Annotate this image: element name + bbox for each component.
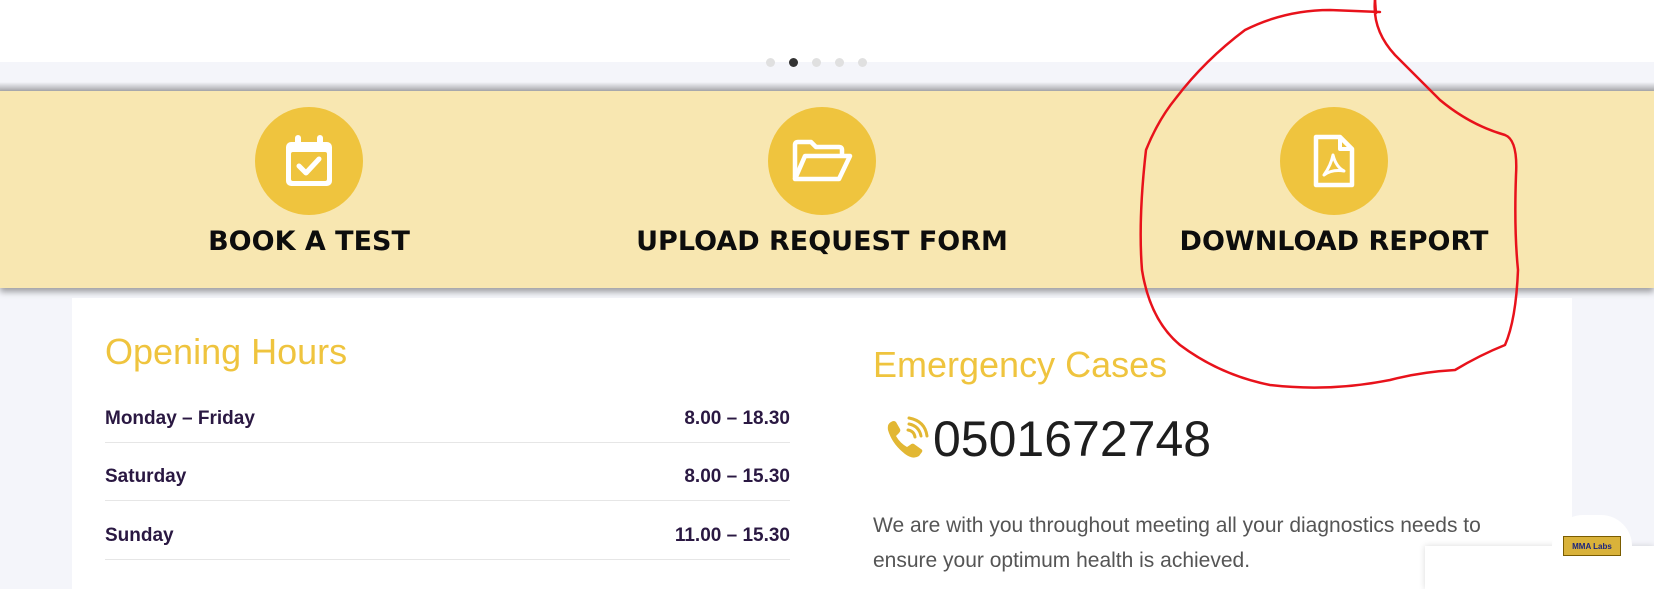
opening-hours-title: Opening Hours [105,331,348,372]
hours-row: Saturday 8.00 – 15.30 [105,466,790,501]
hours-row: Sunday 11.00 – 15.30 [105,525,790,560]
book-test-action[interactable]: BOOK A TEST [99,91,519,288]
carousel-dot[interactable] [858,58,867,67]
download-report-label[interactable]: DOWNLOAD REPORT [1124,226,1544,257]
mma-labs-logo: MMA Labs [1563,536,1621,556]
hours-time: 8.00 – 15.30 [684,466,790,487]
book-test-label[interactable]: BOOK A TEST [99,226,519,257]
logo-text: MMA Labs [1572,541,1612,551]
download-report-icon-circle[interactable] [1280,107,1388,215]
hours-day: Monday – Friday [105,408,255,429]
carousel-dot-active[interactable] [789,58,798,67]
hours-row: Monday – Friday 8.00 – 18.30 [105,408,790,443]
book-test-icon-circle[interactable] [255,107,363,215]
hours-time: 8.00 – 18.30 [684,408,790,429]
hero-slider-area [0,0,1654,62]
carousel-dots [766,58,867,67]
download-report-action[interactable]: DOWNLOAD REPORT [1124,91,1544,288]
carousel-dot[interactable] [812,58,821,67]
emergency-title: Emergency Cases [873,344,1168,385]
phone-ringing-icon [887,416,929,458]
emergency-description: We are with you throughout meeting all y… [873,514,1481,572]
emergency-phone-number[interactable]: 0501672748 [933,410,1211,468]
upload-form-action[interactable]: UPLOAD REQUEST FORM [612,91,1032,288]
upload-form-icon-circle[interactable] [768,107,876,215]
hours-day: Saturday [105,466,187,487]
folder-open-icon [792,139,853,182]
calendar-check-icon [286,135,332,186]
quick-actions-band: BOOK A TEST UPLOAD REQUEST FORM DOWNLOAD… [0,91,1654,288]
chat-widget-button[interactable]: MMA Labs [1552,515,1632,577]
carousel-dot[interactable] [835,58,844,67]
emergency-phone[interactable]: 0501672748 [883,410,1211,468]
upload-form-label[interactable]: UPLOAD REQUEST FORM [612,226,1032,257]
pdf-file-icon [1313,134,1355,188]
carousel-dot[interactable] [766,58,775,67]
hours-time: 11.00 – 15.30 [674,525,790,546]
hours-day: Sunday [105,525,174,546]
